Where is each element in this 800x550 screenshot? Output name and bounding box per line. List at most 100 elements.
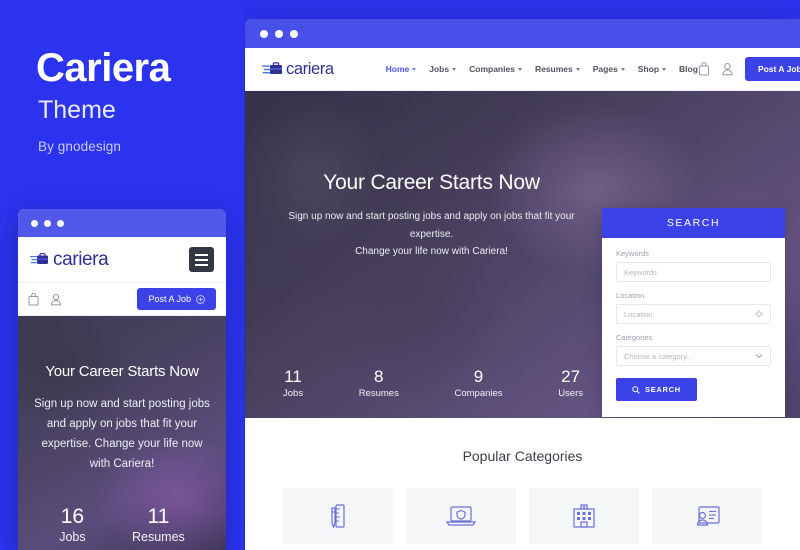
chevron-down-icon — [575, 67, 580, 71]
resume-person-icon — [691, 503, 723, 529]
search-button[interactable]: SEARCH — [616, 378, 697, 401]
hero-subtitle-line-1: Sign up now and start posting jobs and a… — [288, 211, 575, 240]
location-placeholder: Location — [624, 309, 653, 319]
desktop-browser-chrome — [245, 19, 800, 48]
mobile-mockup: cariera Post A Job Your Career Starts No… — [18, 209, 226, 550]
site-logo[interactable]: cariera — [262, 60, 334, 79]
nav-item-shop[interactable]: Shop — [637, 64, 667, 74]
stat-label: Resumes — [131, 530, 185, 544]
stat-label: Resumes — [358, 388, 399, 400]
nav-label: Companies — [469, 64, 515, 74]
window-dot-close-icon[interactable] — [260, 29, 268, 38]
stat-value: 8 — [374, 367, 384, 386]
stat-item: 8 Resumes — [359, 366, 399, 399]
mobile-post-a-job-button[interactable]: Post A Job — [137, 288, 216, 310]
location-input[interactable]: Location — [616, 304, 771, 324]
search-panel-header: SEARCH — [602, 208, 785, 238]
stat-value: 9 — [473, 367, 484, 386]
user-icon[interactable] — [721, 62, 734, 76]
window-dot-maximize-icon[interactable] — [57, 219, 64, 227]
stat-label: Users — [558, 388, 583, 400]
user-icon[interactable] — [50, 293, 62, 306]
keywords-input[interactable]: Keywords — [616, 262, 771, 282]
nav-label: Resumes — [534, 64, 573, 74]
nav-item-jobs[interactable]: Jobs — [429, 64, 457, 74]
bag-icon[interactable] — [698, 62, 710, 76]
laptop-shield-icon — [445, 503, 477, 529]
search-icon — [632, 385, 640, 394]
stat-value: 27 — [561, 367, 581, 386]
stat-item: 27 Users — [558, 366, 583, 399]
chevron-down-icon — [452, 67, 457, 71]
search-panel-body: Keywords Keywords Location Location Cate… — [602, 238, 785, 417]
logo-mark-icon — [262, 61, 284, 77]
window-dot-maximize-icon[interactable] — [290, 29, 298, 38]
stat-value: 11 — [284, 367, 302, 386]
mobile-navbar: cariera — [18, 237, 226, 283]
categories-grid — [245, 464, 800, 544]
mobile-browser-chrome — [18, 209, 226, 237]
categories-placeholder: Choose a category... — [624, 351, 693, 361]
stat-item: 11 Resumes — [132, 504, 185, 544]
stat-label: Companies — [454, 388, 503, 400]
mobile-hero-stats: 16 Jobs 11 Resumes — [18, 504, 226, 544]
stat-item: 16 Jobs — [59, 504, 85, 544]
mobile-post-job-label: Post A Job — [148, 294, 191, 304]
mobile-hero: Your Career Starts Now Sign up now and s… — [18, 316, 226, 550]
mobile-logo-text: cariera — [53, 248, 109, 270]
chevron-down-icon[interactable] — [755, 353, 763, 359]
chevron-down-icon — [517, 67, 522, 71]
nav-label: Shop — [637, 64, 660, 74]
mobile-hero-title: Your Career Starts Now — [45, 363, 199, 380]
category-card[interactable] — [652, 488, 762, 544]
nav-item-pages[interactable]: Pages — [593, 64, 625, 74]
categories-select[interactable]: Choose a category... — [616, 346, 771, 366]
location-label: Location — [616, 291, 645, 300]
nav-label: Jobs — [429, 64, 450, 74]
category-card[interactable] — [283, 488, 393, 544]
nav-label: Home — [385, 64, 410, 74]
nav-item-companies[interactable]: Companies — [469, 64, 522, 74]
chevron-down-icon — [412, 67, 417, 71]
search-panel: SEARCH Keywords Keywords Location Locati… — [602, 208, 785, 417]
mobile-toolbar: Post A Job — [18, 283, 226, 316]
stat-item: 11 Jobs — [283, 366, 303, 399]
nav-label: Pages — [592, 64, 618, 74]
keywords-label: Keywords — [616, 249, 649, 258]
hamburger-icon[interactable] — [189, 247, 214, 272]
window-dot-close-icon[interactable] — [31, 219, 38, 227]
stat-value: 16 — [60, 504, 85, 528]
hero-section: Your Career Starts Now Sign up now and s… — [245, 91, 800, 418]
plus-circle-icon — [196, 294, 205, 304]
desktop-mockup: cariera Home Jobs Companies Resumes Page… — [245, 19, 800, 550]
ruler-pen-icon — [325, 502, 351, 530]
window-dot-minimize-icon[interactable] — [275, 29, 283, 38]
categories-section-title: Popular Categories — [462, 448, 583, 464]
nav-item-blog[interactable]: Blog — [679, 64, 698, 74]
window-dot-minimize-icon[interactable] — [44, 219, 51, 227]
page-title: Cariera — [36, 46, 171, 90]
hero-subtitle-line-2: Change your life now with Cariera! — [355, 246, 508, 257]
hero-subtitle: Sign up now and start posting jobs and a… — [259, 208, 604, 261]
building-icon — [569, 502, 599, 530]
mobile-hero-subtitle: Sign up now and start posting jobs and a… — [34, 398, 210, 471]
logo-mark-icon — [30, 252, 50, 267]
mobile-logo[interactable]: cariera — [30, 248, 109, 271]
stat-label: Jobs — [59, 530, 86, 544]
nav-item-resumes[interactable]: Resumes — [535, 64, 580, 74]
popular-categories-section: Popular Categories — [245, 418, 800, 550]
keywords-placeholder: Keywords — [624, 267, 657, 277]
site-logo-text: cariera — [286, 59, 334, 78]
category-card[interactable] — [529, 488, 639, 544]
post-a-job-button[interactable]: Post A Job — [744, 57, 800, 81]
stat-item: 9 Companies — [454, 366, 502, 399]
crosshair-icon[interactable] — [755, 310, 763, 318]
nav-item-home[interactable]: Home — [386, 64, 417, 74]
category-card[interactable] — [406, 488, 516, 544]
post-job-label: Post A Job — [757, 64, 800, 74]
stat-value: 11 — [147, 504, 170, 528]
bag-icon[interactable] — [28, 292, 39, 306]
promo-byline: By gnodesign — [38, 139, 122, 154]
hero-title: Your Career Starts Now — [323, 171, 540, 194]
nav-label: Blog — [679, 64, 698, 74]
